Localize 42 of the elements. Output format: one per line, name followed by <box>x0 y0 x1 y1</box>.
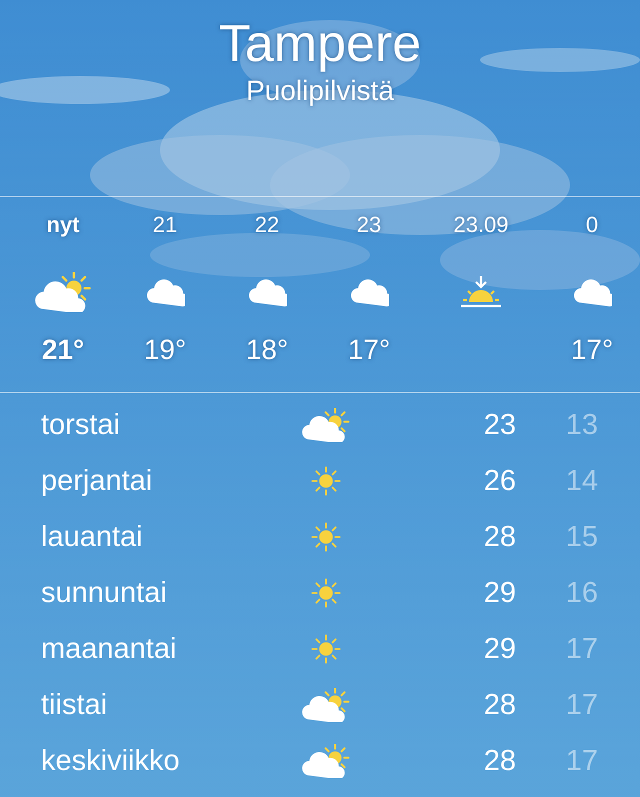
high-temperature: 23 <box>482 408 516 442</box>
low-temperature: 17 <box>564 744 598 778</box>
temperature: 19° <box>144 334 186 366</box>
weather-condition: Puolipilvistä <box>246 74 394 108</box>
hour-label: 22 <box>254 212 280 238</box>
cloud-icon <box>572 277 612 307</box>
low-temperature: 14 <box>564 464 598 498</box>
day-name: tiistai <box>41 688 108 722</box>
temperature: 21° <box>42 334 84 366</box>
sun-behind-cloud-icon <box>302 688 350 722</box>
hour-label: 23 <box>356 212 382 238</box>
city-name: Tampere <box>218 14 422 74</box>
day-name: lauantai <box>41 520 144 554</box>
high-temperature: 28 <box>482 520 516 554</box>
cloud-icon <box>145 277 185 307</box>
cloud-icon <box>247 277 287 307</box>
low-temperature: 17 <box>564 632 598 666</box>
high-temperature: 29 <box>482 632 516 666</box>
day-name: torstai <box>41 408 121 442</box>
low-temperature: 13 <box>564 408 598 442</box>
high-temperature: 29 <box>482 576 516 610</box>
hour-label: 23.09 <box>453 212 509 238</box>
temperature: 18° <box>246 334 288 366</box>
day-name: perjantai <box>41 464 154 498</box>
temperature: 17° <box>570 334 614 366</box>
hour-label: 0 <box>586 212 598 238</box>
high-temperature: 26 <box>482 464 516 498</box>
cloud-icon <box>349 277 389 307</box>
sun-behind-cloud-icon <box>302 744 350 778</box>
high-temperature: 28 <box>482 688 516 722</box>
sun-behind-cloud-icon <box>302 408 350 442</box>
low-temperature: 17 <box>564 688 598 722</box>
high-temperature: 28 <box>482 744 516 778</box>
low-temperature: 15 <box>564 520 598 554</box>
temperature: 17° <box>348 334 390 366</box>
day-name: keskiviikko <box>41 744 181 778</box>
hour-label: nyt <box>46 212 80 238</box>
day-name: maanantai <box>41 632 178 666</box>
sun-behind-cloud-icon <box>34 272 92 312</box>
low-temperature: 16 <box>564 576 598 610</box>
hour-label: 21 <box>152 212 178 238</box>
day-name: sunnuntai <box>41 576 168 610</box>
